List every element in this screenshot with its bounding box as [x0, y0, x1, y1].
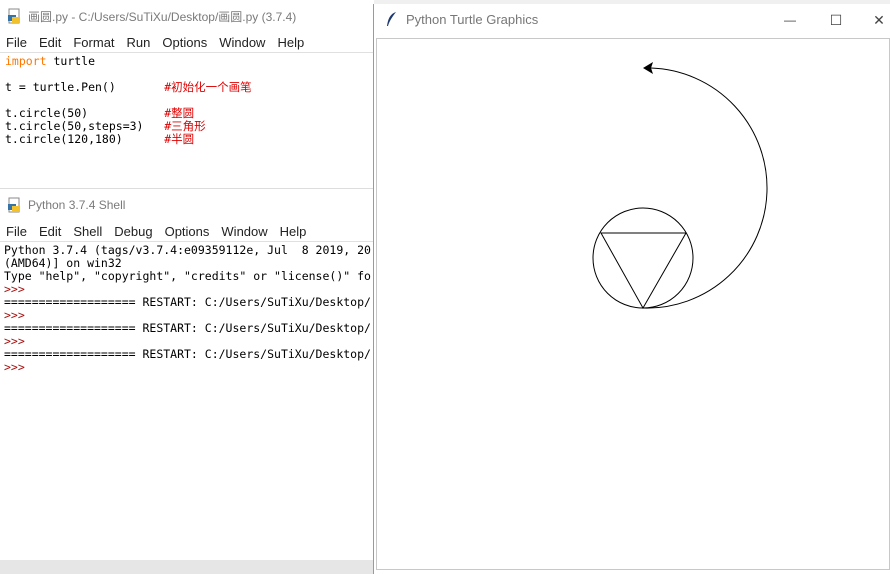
shell-menu-debug[interactable]: Debug	[108, 224, 158, 239]
shell-hscrollbar[interactable]	[0, 560, 374, 574]
code-text: t = turtle.Pen()	[5, 80, 165, 94]
full-circle	[592, 207, 694, 309]
shell-output-line: =================== RESTART: C:/Users/Su…	[4, 321, 371, 335]
shell-output-line: =================== RESTART: C:/Users/Su…	[4, 347, 371, 361]
code-comment: #半圆	[164, 132, 195, 146]
shell-menu-edit[interactable]: Edit	[33, 224, 67, 239]
editor-title: 画圆.py - C:/Users/SuTiXu/Desktop/画圆.py (3…	[28, 9, 297, 24]
code-text: turtle	[46, 54, 96, 68]
editor-menubar: File Edit Format Run Options Window Help	[0, 32, 374, 53]
minimize-button[interactable]: —	[767, 4, 813, 36]
shell-output-area[interactable]: Python 3.7.4 (tags/v3.7.4:e09359112e, Ju…	[0, 242, 374, 376]
minimize-icon: —	[784, 13, 796, 27]
shell-output-line: Type "help", "copyright", "credits" or "…	[4, 269, 371, 283]
shell-menu-options[interactable]: Options	[159, 224, 216, 239]
turtle-canvas	[376, 38, 890, 570]
editor-code-area[interactable]: import turtle t = turtle.Pen() #初始化一个画笔 t.…	[0, 53, 374, 148]
editor-menu-format[interactable]: Format	[67, 35, 120, 50]
code-text: t.circle(50,steps=3)	[5, 119, 165, 133]
code-text: t.circle(50)	[5, 106, 165, 120]
editor-menu-options[interactable]: Options	[156, 35, 213, 50]
code-line: t = turtle.Pen() #初始化一个画笔	[5, 81, 369, 94]
close-icon: ✕	[873, 11, 885, 28]
python-file-icon	[8, 8, 20, 24]
shell-output-line: =================== RESTART: C:/Users/Su…	[4, 295, 371, 309]
editor-menu-window[interactable]: Window	[213, 35, 271, 50]
shell-menu-shell[interactable]: Shell	[67, 224, 108, 239]
code-line: import turtle	[5, 55, 369, 68]
feather-icon	[387, 12, 396, 26]
close-button[interactable]: ✕	[856, 4, 890, 36]
shell-menubar: File Edit Shell Debug Options Window Help	[0, 221, 374, 242]
shell-titlebar[interactable]: Python 3.7.4 Shell	[0, 189, 374, 221]
code-comment: #初始化一个画笔	[164, 80, 252, 94]
python-shell-icon	[8, 197, 20, 213]
turtle-window: Python Turtle Graphics — ☐ ✕	[373, 4, 890, 574]
shell-menu-file[interactable]: File	[0, 224, 33, 239]
turtle-drawing	[592, 62, 768, 310]
editor-titlebar[interactable]: 画圆.py - C:/Users/SuTiXu/Desktop/画圆.py (3…	[0, 0, 374, 32]
shell-prompt: >>>	[4, 360, 25, 374]
code-text: t.circle(120,180)	[5, 132, 165, 146]
editor-window: 画圆.py - C:/Users/SuTiXu/Desktop/画圆.py (3…	[0, 0, 374, 188]
shell-window: Python 3.7.4 Shell File Edit Shell Debug Opt…	[0, 188, 374, 574]
editor-menu-file[interactable]: File	[0, 35, 33, 50]
code-keyword: import	[5, 54, 47, 68]
maximize-icon: ☐	[829, 11, 843, 28]
code-line: t.circle(120,180) #半圆	[5, 133, 369, 146]
code-comment: #三角形	[164, 119, 206, 133]
shell-title: Python 3.7.4 Shell	[28, 198, 126, 212]
editor-menu-run[interactable]: Run	[121, 35, 157, 50]
half-circle-arc	[642, 67, 768, 309]
triangle	[600, 232, 687, 310]
code-comment: #整圆	[164, 106, 195, 120]
editor-menu-help[interactable]: Help	[271, 35, 310, 50]
turtle-title: Python Turtle Graphics	[406, 11, 539, 27]
maximize-button[interactable]: ☐	[813, 4, 859, 36]
shell-menu-window[interactable]: Window	[215, 224, 273, 239]
shell-menu-help[interactable]: Help	[274, 224, 313, 239]
editor-menu-edit[interactable]: Edit	[33, 35, 67, 50]
